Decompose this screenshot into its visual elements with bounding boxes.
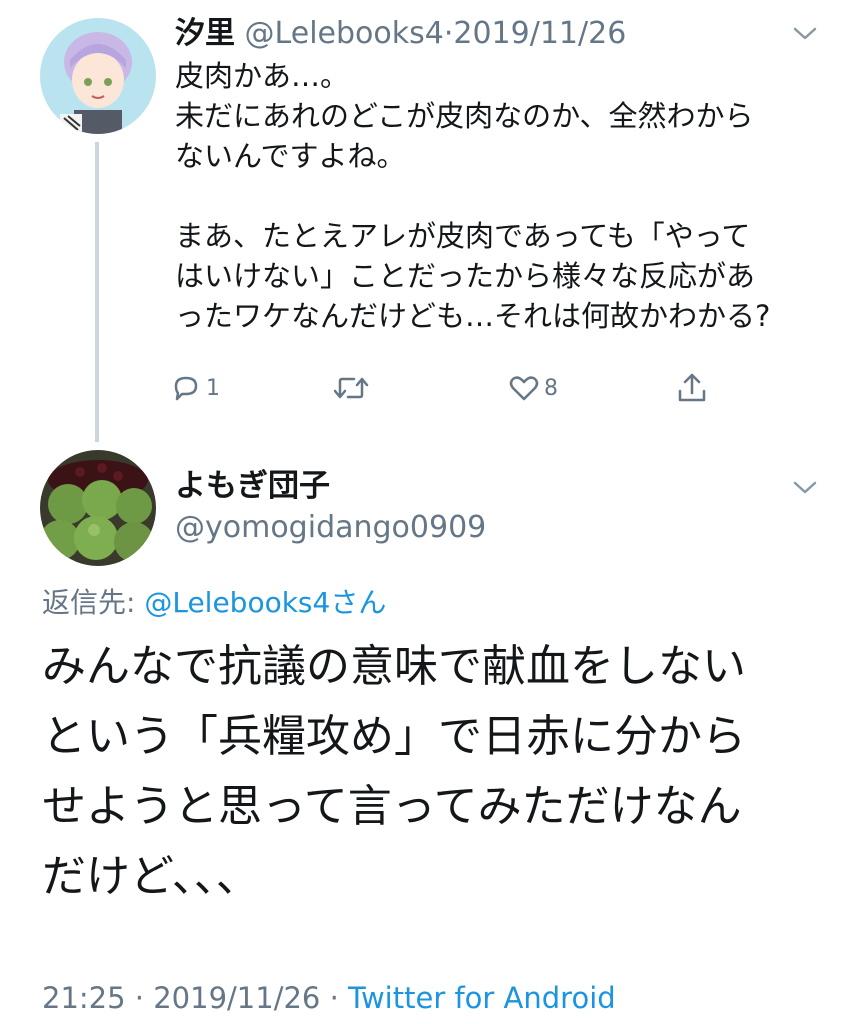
meta-separator: · — [134, 981, 145, 1015]
retweet-icon — [333, 377, 369, 399]
reply-to-mention-link[interactable]: @Lelebooks4さん — [144, 586, 386, 619]
user-handle[interactable]: @yomogidango0909 — [175, 508, 486, 548]
heart-icon — [509, 376, 539, 401]
tweet-date[interactable]: 2019/11/26 — [453, 16, 626, 51]
retweet-button[interactable] — [332, 368, 374, 408]
thread-connector-line — [95, 142, 99, 442]
display-name[interactable]: よもぎ団子 — [175, 466, 330, 506]
reply-to-label: 返信先: — [42, 586, 145, 619]
tweet-header: 汐里 @Lelebooks4·2019/11/26 — [175, 14, 626, 54]
avatar[interactable] — [40, 450, 156, 566]
meta-separator: · — [329, 981, 339, 1015]
share-icon — [678, 373, 706, 402]
tweet-text: みんなで抗議の意味で献血をしない という「兵糧攻め」で日赤に分から せようと思っ… — [42, 641, 746, 902]
reply-button[interactable]: 1 — [170, 368, 220, 408]
tweet-text: 皮肉かあ…。 未だにあれのどこが皮肉なのか、全然わから ないんですよね。 まあ、… — [175, 59, 771, 333]
tweet-date: 2019/11/26 — [153, 981, 321, 1015]
display-name[interactable]: 汐里 — [175, 16, 235, 51]
tweet-actions: 1 8 — [170, 368, 730, 408]
like-count: 8 — [544, 375, 558, 401]
reply-to-line: 返信先: @Lelebooks4さん — [42, 584, 386, 622]
source-link[interactable]: Twitter for Android — [348, 981, 616, 1015]
tweet-footer: 21:25 · 2019/11/26 · Twitter for Android — [42, 978, 616, 1018]
reply-icon — [174, 376, 198, 401]
meta-separator: · — [443, 16, 454, 51]
user-handle[interactable]: @Lelebooks4 — [245, 16, 444, 51]
reply-count: 1 — [206, 375, 220, 401]
tweet-time: 21:25 — [42, 981, 126, 1015]
chevron-down-icon[interactable] — [790, 478, 820, 498]
share-button[interactable] — [675, 368, 709, 408]
chevron-down-icon[interactable] — [790, 24, 820, 44]
like-button[interactable]: 8 — [508, 368, 558, 408]
avatar[interactable] — [40, 18, 156, 134]
